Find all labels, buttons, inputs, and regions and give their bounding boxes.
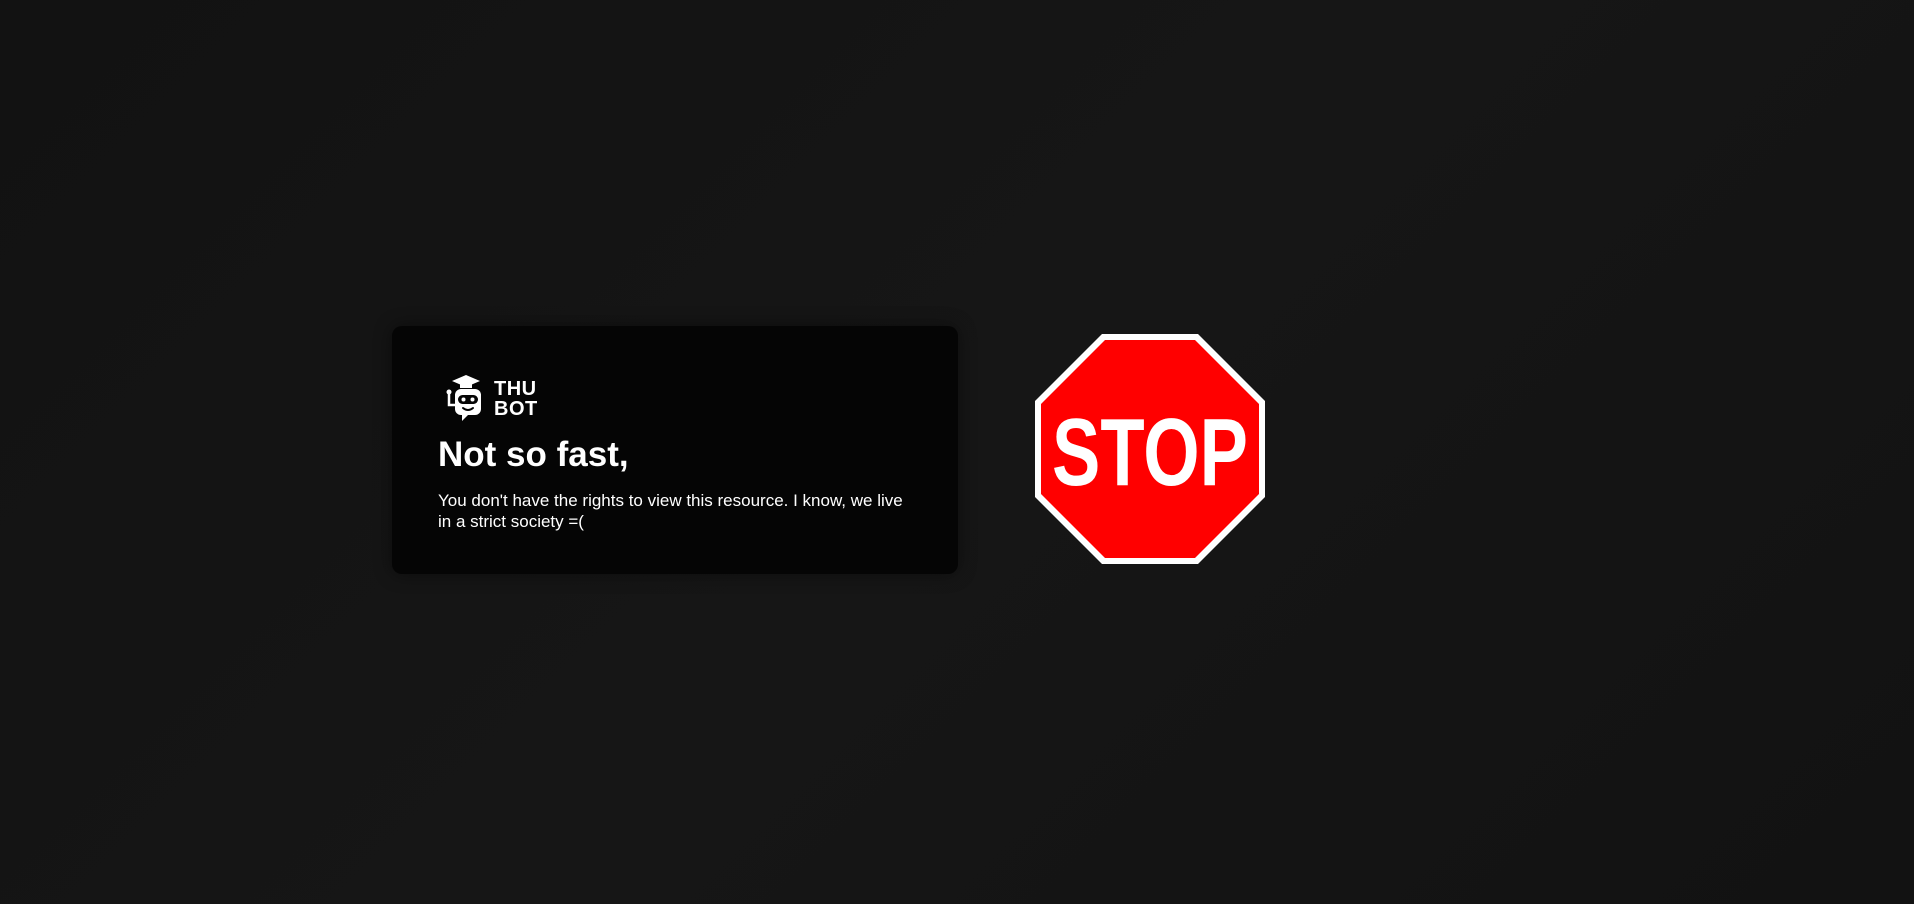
page-title: Not so fast,	[438, 435, 629, 474]
access-denied-card: THU BOT Not so fast, You don't have the …	[392, 326, 958, 574]
thubot-logo: THU BOT	[442, 372, 912, 426]
robot-graduate-icon	[446, 375, 481, 421]
brand-line-1: THU	[494, 378, 537, 400]
error-message: You don't have the rights to view this r…	[438, 491, 903, 531]
stop-sign-image: STOP	[1035, 334, 1265, 564]
brand-line-2: BOT	[494, 398, 538, 420]
stop-sign-text: STOP	[1052, 399, 1248, 506]
